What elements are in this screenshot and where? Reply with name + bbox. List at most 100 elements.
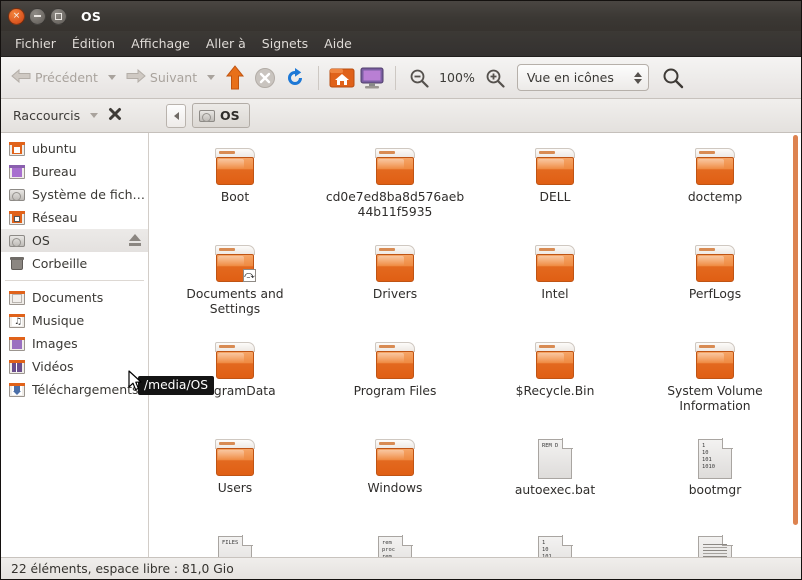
sidebar-item-bureau[interactable]: Bureau <box>1 160 148 183</box>
file-item[interactable]: Program Files <box>315 337 475 434</box>
zoom-in-button[interactable] <box>481 64 509 92</box>
menu-affichage[interactable]: Affichage <box>123 33 198 54</box>
vertical-scrollbar[interactable] <box>789 133 801 557</box>
file-item[interactable]: Users <box>155 434 315 531</box>
sidebar-item-telechargements[interactable]: Téléchargements <box>1 378 148 401</box>
file-item[interactable]: IO.SYS <box>635 531 795 557</box>
sidebar-item-reseau[interactable]: Réseau <box>1 206 148 229</box>
sidebar-item-label: Vidéos <box>32 359 74 374</box>
folder-icon <box>213 148 257 186</box>
minimize-icon <box>34 15 41 17</box>
stop-button[interactable] <box>251 64 279 92</box>
eject-icon-base <box>129 243 141 246</box>
folder-icon <box>693 148 737 186</box>
minimize-window-button[interactable] <box>29 7 46 25</box>
file-name-label: DELL <box>539 190 571 204</box>
file-item[interactable]: Intel <box>475 240 635 337</box>
scrollbar-thumb[interactable] <box>793 135 798 525</box>
home-button[interactable] <box>328 64 356 92</box>
sidebar-item-videos[interactable]: Vidéos <box>1 355 148 378</box>
drive-icon <box>9 188 25 202</box>
file-item[interactable]: FILESconfig.sys <box>155 531 315 557</box>
sidebar-item-corbeille[interactable]: Corbeille <box>1 252 148 275</box>
back-button[interactable]: Précédent <box>7 66 120 89</box>
sidebar-item-documents[interactable]: Documents <box>1 286 148 309</box>
sidebar-item-images[interactable]: Images <box>1 332 148 355</box>
folder-icon <box>213 342 257 380</box>
file-name-label: System Volume Information <box>667 384 763 413</box>
file-item[interactable]: cd0e7ed8ba8d576aeb44b11f5935 <box>315 143 475 240</box>
zoom-level-label: 100% <box>439 70 475 85</box>
file-item[interactable]: Windows <box>315 434 475 531</box>
chevron-left-icon <box>173 111 179 120</box>
sidebar-item-label: ubuntu <box>32 141 77 156</box>
breadcrumb-prev-button[interactable] <box>166 103 186 128</box>
file-item[interactable]: System Volume Information <box>635 337 795 434</box>
document-icon: 1 10 101 1010 <box>698 438 733 479</box>
document-icon: rem proc rem HW sn <box>378 535 413 557</box>
menu-fichier[interactable]: Fichier <box>7 33 64 54</box>
file-item[interactable]: DELL <box>475 143 635 240</box>
sidebar-item-musique[interactable]: ♫ Musique <box>1 309 148 332</box>
places-label: Raccourcis <box>13 108 81 123</box>
file-pane[interactable]: Boot cd0e7ed8ba8d576aeb44b11f5935 DELL doct… <box>149 133 801 557</box>
file-item[interactable]: REM D autoexec.bat <box>475 434 635 531</box>
file-item[interactable]: Drivers <box>315 240 475 337</box>
folder-icon <box>373 148 417 186</box>
document-preview-text: FILES <box>222 540 239 546</box>
file-item[interactable]: Boot <box>155 143 315 240</box>
sidebar-item-label: Musique <box>32 313 85 328</box>
computer-button[interactable] <box>358 64 386 92</box>
statusbar: 22 éléments, espace libre : 81,0 Gio <box>1 557 801 579</box>
main-body: ubuntu Bureau Système de fich… Réseau OS Corb… <box>1 133 801 557</box>
trash-icon <box>9 256 25 271</box>
sidebar-item-os[interactable]: OS <box>1 229 148 252</box>
places-and-breadcrumb-bar: Raccourcis OS <box>1 99 801 133</box>
forward-label: Suivant <box>149 70 198 85</box>
chevron-down-icon[interactable] <box>107 75 116 80</box>
sidebar-item-label: Réseau <box>32 210 78 225</box>
reload-button[interactable] <box>281 64 309 92</box>
breadcrumb-item-os[interactable]: OS <box>192 103 250 128</box>
menu-aller-a[interactable]: Aller à <box>198 33 254 54</box>
up-button[interactable] <box>221 64 249 92</box>
view-mode-select[interactable]: Vue en icônes <box>516 64 649 91</box>
document-preview-text: 1 10 101 1010 <box>542 540 552 557</box>
menu-signets[interactable]: Signets <box>254 33 316 54</box>
eject-icon[interactable] <box>129 234 141 241</box>
maximize-window-button[interactable] <box>50 7 67 25</box>
network-icon <box>9 210 25 225</box>
up-arrow-icon <box>226 64 245 89</box>
chevron-down-icon[interactable] <box>207 75 216 80</box>
arrow-right-icon <box>126 68 146 86</box>
file-item[interactable]: $Recycle.Bin <box>475 337 635 434</box>
sidebar-item-ubuntu[interactable]: ubuntu <box>1 137 148 160</box>
file-item[interactable]: 1 10 101 1010hiberfil.sys <box>475 531 635 557</box>
arrow-left-icon <box>11 68 31 86</box>
file-item[interactable]: 1 10 101 1010 bootmgr <box>635 434 795 531</box>
file-item[interactable]: PerfLogs <box>635 240 795 337</box>
cursor-icon <box>128 370 142 391</box>
sidebar-item-systeme-de-fichiers[interactable]: Système de fich… <box>1 183 148 206</box>
close-places-button[interactable] <box>108 107 122 124</box>
menu-aide[interactable]: Aide <box>316 33 360 54</box>
shortcut-emblem-icon: ⤼ <box>243 269 256 282</box>
file-item[interactable]: doctemp <box>635 143 795 240</box>
close-window-button[interactable]: × <box>8 7 25 25</box>
downloads-icon <box>9 382 25 397</box>
document-preview-text: REM D <box>542 443 559 449</box>
file-name-label: PerfLogs <box>688 287 742 301</box>
menu-edition[interactable]: Édition <box>64 33 123 54</box>
file-name-label: Documents and Settings <box>186 287 284 316</box>
forward-button[interactable]: Suivant <box>122 66 219 89</box>
search-button[interactable] <box>659 64 687 92</box>
computer-icon <box>360 67 384 88</box>
file-item[interactable]: rem proc rem HW sndell.sdr <box>315 531 475 557</box>
chevron-down-icon[interactable] <box>90 113 99 118</box>
spinner-arrows-icon <box>633 71 642 84</box>
music-icon: ♫ <box>9 313 25 328</box>
home-folder-icon <box>9 141 25 156</box>
file-item[interactable]: ⤼ Documents and Settings <box>155 240 315 337</box>
zoom-out-button[interactable] <box>405 64 433 92</box>
sidebar-item-label: Corbeille <box>32 256 88 271</box>
